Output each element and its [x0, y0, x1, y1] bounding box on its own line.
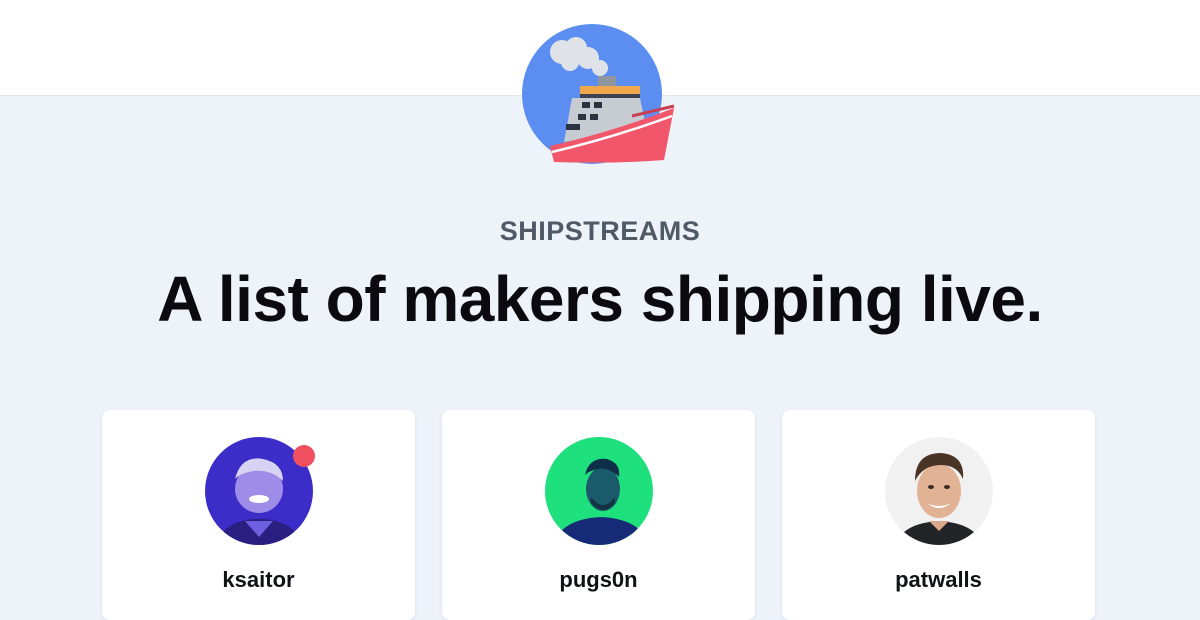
avatar [545, 437, 653, 545]
avatar-photo [885, 437, 993, 545]
avatar-photo [545, 437, 653, 545]
maker-card-pugs0n[interactable]: pugs0n [442, 410, 755, 620]
maker-username[interactable]: patwalls [782, 567, 1095, 593]
live-indicator [293, 445, 315, 467]
maker-username[interactable]: pugs0n [442, 567, 755, 593]
maker-cards: ksaitor pugs0n patwalls [0, 0, 1200, 620]
maker-card-ksaitor[interactable]: ksaitor [102, 410, 415, 620]
avatar [885, 437, 993, 545]
maker-username[interactable]: ksaitor [102, 567, 415, 593]
maker-card-patwalls[interactable]: patwalls [782, 410, 1095, 620]
avatar [205, 437, 315, 545]
